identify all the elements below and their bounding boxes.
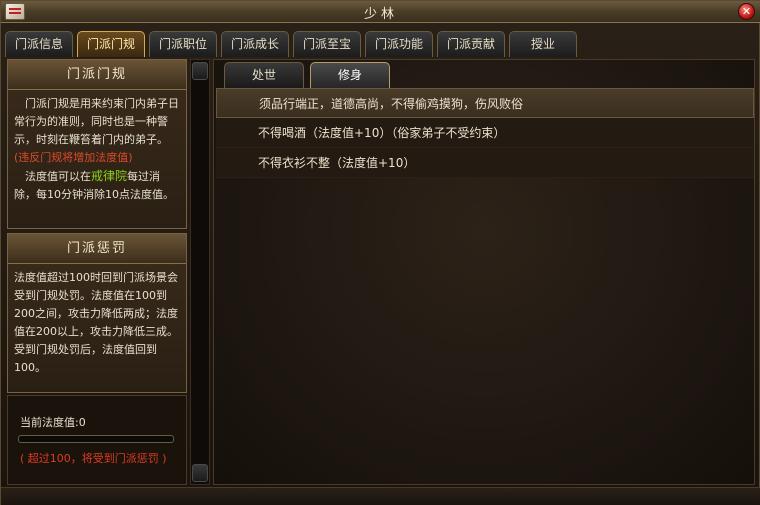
tab-sect-growth[interactable]: 门派成长 bbox=[221, 31, 289, 57]
tab-sect-positions[interactable]: 门派职位 bbox=[149, 31, 217, 57]
discipline-hall-link[interactable]: 戒律院 bbox=[91, 169, 127, 183]
tab-sect-rules[interactable]: 门派门规 bbox=[77, 31, 145, 57]
discipline-value: 0 bbox=[78, 416, 86, 429]
rule-item[interactable]: 须品行端正，道德高尚，不得偷鸡摸狗，伤风败俗 bbox=[216, 88, 754, 118]
rules-intro: 门派门规是用来约束门内弟子日常行为的准则，同时也是一种警示，时刻在鞭笞着门内的弟… bbox=[14, 97, 179, 146]
title-bar[interactable]: 少林 ✕ bbox=[1, 1, 760, 23]
discipline-status: 当前法度值:0 ( 超过100，将受到门派惩罚 ) bbox=[7, 395, 187, 485]
tab-teaching[interactable]: 授业 bbox=[509, 31, 577, 57]
rule-item[interactable]: 不得喝酒（法度值+10）（俗家弟子不受约束） bbox=[216, 118, 754, 148]
discipline-warning: ( 超过100，将受到门派惩罚 ) bbox=[20, 452, 167, 465]
main-tabs: 门派信息 门派门规 门派职位 门派成长 门派至宝 门派功能 门派贡献 授业 bbox=[5, 31, 757, 57]
bottom-bar bbox=[1, 487, 760, 505]
left-column: 门派门规 门派门规是用来约束门内弟子日常行为的准则，同时也是一种警示，时刻在鞭笞… bbox=[7, 59, 187, 485]
rules-info-panel: 门派门规 门派门规是用来约束门内弟子日常行为的准则，同时也是一种警示，时刻在鞭笞… bbox=[7, 59, 187, 229]
rules-reduce: 法度值可以在戒律院每过消除，每10分钟消除10点法度值。 bbox=[14, 167, 180, 204]
tab-sect-functions[interactable]: 门派功能 bbox=[365, 31, 433, 57]
tab-sect-treasure[interactable]: 门派至宝 bbox=[293, 31, 361, 57]
tab-sect-info[interactable]: 门派信息 bbox=[5, 31, 73, 57]
penalty-panel: 门派惩罚 法度值超过100时回到门派场景会受到门规处罚。法度值在100到200之… bbox=[7, 233, 187, 393]
rules-panel-body: 门派门规是用来约束门内弟子日常行为的准则，同时也是一种警示，时刻在鞭笞着门内的弟… bbox=[8, 90, 186, 209]
rules-list: 须品行端正，道德高尚，不得偷鸡摸狗，伤风败俗 不得喝酒（法度值+10）（俗家弟子… bbox=[216, 88, 754, 178]
penalty-text: 法度值超过100时回到门派场景会受到门规处罚。法度值在100到200之间，攻击力… bbox=[14, 271, 178, 374]
left-scrollbar[interactable] bbox=[190, 59, 210, 485]
scroll-down-button[interactable] bbox=[192, 464, 208, 482]
scroll-up-button[interactable] bbox=[192, 62, 208, 80]
penalty-panel-title: 门派惩罚 bbox=[8, 234, 186, 264]
discipline-value-label: 当前法度值:0 bbox=[20, 414, 86, 430]
discipline-label: 当前法度值: bbox=[20, 416, 79, 429]
reduce-prefix: 法度值可以在 bbox=[25, 170, 91, 183]
close-icon: ✕ bbox=[741, 5, 752, 18]
sect-window: 少林 ✕ 门派信息 门派门规 门派职位 门派成长 门派至宝 门派功能 门派贡献 … bbox=[0, 0, 760, 505]
subtab-conduct[interactable]: 处世 bbox=[224, 62, 304, 88]
window-title: 少林 bbox=[363, 7, 398, 22]
rules-panel-title: 门派门规 bbox=[8, 60, 186, 90]
rule-item[interactable]: 不得衣衫不整（法度值+10） bbox=[216, 148, 754, 178]
tab-sect-contribution[interactable]: 门派贡献 bbox=[437, 31, 505, 57]
subtab-self-cultivation[interactable]: 修身 bbox=[310, 62, 390, 88]
rules-warning: (违反门规将增加法度值) bbox=[14, 151, 133, 164]
rules-content: 处世 修身 须品行端正，道德高尚，不得偷鸡摸狗，伤风败俗 不得喝酒（法度值+10… bbox=[213, 59, 755, 485]
discipline-progress-bar bbox=[18, 435, 174, 443]
close-button[interactable]: ✕ bbox=[738, 3, 755, 20]
